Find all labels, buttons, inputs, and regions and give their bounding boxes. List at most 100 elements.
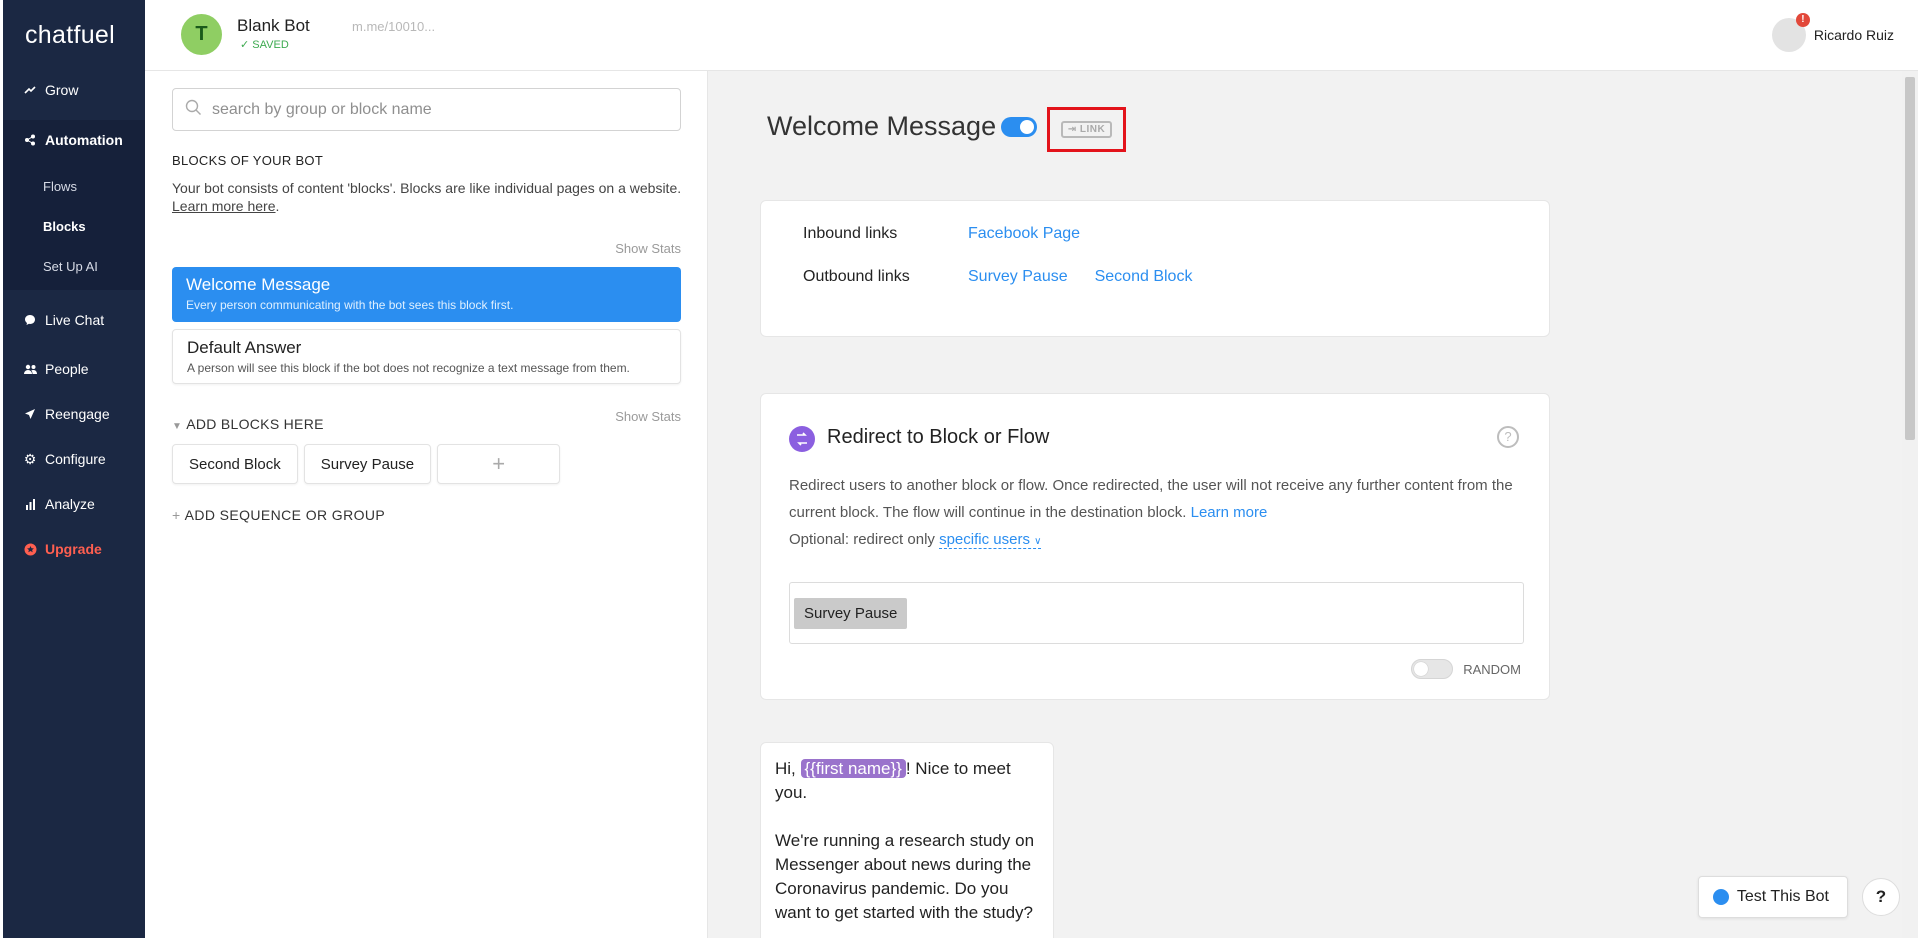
learn-more-link[interactable]: Learn more here xyxy=(172,198,276,214)
help-icon[interactable]: ? xyxy=(1497,426,1519,448)
search-icon xyxy=(185,99,202,121)
user-name: Ricardo Ruiz xyxy=(1813,27,1894,43)
outbound-links-row: Outbound links Survey Pause Second Block xyxy=(803,268,1219,286)
message-body: We're running a research study on Messen… xyxy=(775,831,1035,922)
bar-chart-icon xyxy=(19,498,41,510)
specific-users-label: specific users xyxy=(939,531,1030,548)
text-message-card[interactable]: Hi, {{first name}}! Nice to meet you. We… xyxy=(760,742,1054,938)
nav-upgrade[interactable]: Upgrade xyxy=(3,529,145,569)
help-button[interactable]: ? xyxy=(1862,878,1900,916)
link-text: LINK xyxy=(1079,124,1106,135)
outbound-link-second-block[interactable]: Second Block xyxy=(1095,268,1193,286)
nav-upgrade-label: Upgrade xyxy=(45,541,102,557)
random-label: RANDOM xyxy=(1463,661,1521,677)
optional-label: Optional: redirect only xyxy=(789,531,935,548)
nav-analyze-label: Analyze xyxy=(45,496,95,512)
nav-automation-label: Automation xyxy=(45,132,123,148)
plus-icon: + xyxy=(172,507,181,523)
redirect-target-tag[interactable]: Survey Pause xyxy=(794,598,908,629)
add-blocks-header[interactable]: ▼ ADD BLOCKS HERE xyxy=(172,416,324,432)
avatar[interactable]: ! xyxy=(1771,13,1810,52)
redirect-desc-text: Redirect users to another block or flow.… xyxy=(789,477,1513,521)
show-stats-link[interactable]: Show Stats xyxy=(615,241,681,256)
redirect-description: Redirect users to another block or flow.… xyxy=(789,472,1529,555)
add-sequence-label: ADD SEQUENCE OR GROUP xyxy=(184,507,386,523)
redirect-title: Redirect to Block or Flow xyxy=(827,426,1050,448)
nav-grow-label: Grow xyxy=(45,82,79,98)
automation-subnav: Flows Blocks Set Up AI xyxy=(3,160,145,290)
block-default-answer[interactable]: Default Answer A person will see this bl… xyxy=(172,329,681,384)
redirect-icon xyxy=(789,426,815,452)
blocks-panel: BLOCKS OF YOUR BOT Your bot consists of … xyxy=(145,71,708,938)
random-toggle[interactable] xyxy=(1411,659,1454,679)
block-welcome-message[interactable]: Welcome Message Every person communicati… xyxy=(172,267,681,322)
specific-users-dropdown[interactable]: specific users ∨ xyxy=(939,531,1042,549)
nav-people-label: People xyxy=(45,361,89,377)
block-enabled-toggle[interactable] xyxy=(1001,117,1037,137)
block-desc: A person will see this block if the bot … xyxy=(187,361,630,375)
inbound-link-facebook-page[interactable]: Facebook Page xyxy=(968,225,1080,243)
nav-reengage[interactable]: Reengage xyxy=(3,394,145,434)
chevron-down-icon: ∨ xyxy=(1034,536,1042,547)
search-box[interactable] xyxy=(172,88,681,131)
user-menu[interactable]: ! Ricardo Ruiz xyxy=(1771,13,1894,52)
chatfuel-logo[interactable]: chatfuel xyxy=(3,0,145,70)
trending-up-icon xyxy=(19,85,41,95)
test-bot-label: Test This Bot xyxy=(1736,888,1829,905)
nav-live-chat-label: Live Chat xyxy=(45,312,105,328)
block-chip-survey-pause[interactable]: Survey Pause xyxy=(303,444,432,484)
left-sidebar: chatfuel Grow Automation Flows Blocks Se… xyxy=(0,0,145,938)
nav-configure[interactable]: ⚙ Configure xyxy=(3,439,145,479)
outbound-link-survey-pause[interactable]: Survey Pause xyxy=(968,268,1068,286)
bot-name[interactable]: Blank Bot xyxy=(237,16,310,36)
description-text: Your bot consists of content 'blocks'. B… xyxy=(172,180,682,196)
show-stats-link-2[interactable]: Show Stats xyxy=(615,409,681,424)
scrollbar[interactable] xyxy=(1902,71,1918,938)
nav-analyze[interactable]: Analyze xyxy=(3,484,145,524)
page-title[interactable]: Welcome Message xyxy=(767,111,996,142)
block-title: Default Answer xyxy=(187,338,302,357)
blocks-section-title: BLOCKS OF YOUR BOT xyxy=(172,153,324,168)
block-chip-second-block[interactable]: Second Block xyxy=(172,444,298,484)
subnav-blocks[interactable]: Blocks xyxy=(3,206,145,246)
search-input[interactable] xyxy=(212,100,672,119)
subnav-flows[interactable]: Flows xyxy=(3,166,145,206)
inbound-links-label: Inbound links xyxy=(803,225,898,242)
link-button[interactable]: ⇥ LINK xyxy=(1047,107,1126,152)
first-name-variable[interactable]: {{first name}} xyxy=(800,759,906,778)
scrollbar-thumb[interactable] xyxy=(1905,77,1915,440)
block-title: Welcome Message xyxy=(186,275,331,294)
redirect-target-field[interactable]: Survey Pause xyxy=(789,582,1524,644)
test-this-bot-button[interactable]: Test This Bot xyxy=(1697,876,1848,918)
nav-grow[interactable]: Grow xyxy=(3,70,145,110)
saved-label: SAVED xyxy=(252,39,289,51)
nav-automation[interactable]: Automation xyxy=(3,120,145,160)
messenger-icon xyxy=(1712,889,1729,905)
nav-configure-label: Configure xyxy=(45,451,106,467)
bot-url[interactable]: m.me/10010... xyxy=(352,19,435,34)
saved-status: ✓ SAVED xyxy=(240,38,289,51)
link-arrow-icon: ⇥ xyxy=(1067,124,1080,135)
top-bar: T Blank Bot ✓ SAVED m.me/10010... ! Rica… xyxy=(145,0,1918,71)
add-sequence-button[interactable]: + ADD SEQUENCE OR GROUP xyxy=(172,507,385,523)
links-card: Inbound links Facebook Page Outbound lin… xyxy=(760,200,1550,337)
bot-avatar[interactable]: T xyxy=(181,14,222,55)
people-icon xyxy=(19,364,41,375)
optional-row: Optional: redirect only specific users ∨ xyxy=(789,526,1529,555)
flow-icon xyxy=(19,134,41,146)
check-icon: ✓ xyxy=(240,39,250,51)
inbound-links-row: Inbound links Facebook Page xyxy=(803,225,1107,243)
gear-icon: ⚙ xyxy=(23,450,37,467)
redirect-card: Redirect to Block or Flow ? Redirect use… xyxy=(760,393,1550,700)
block-chips: Second Block Survey Pause + xyxy=(172,444,561,484)
chat-bubble-icon xyxy=(19,314,41,326)
nav-people[interactable]: People xyxy=(3,349,145,389)
link-label: ⇥ LINK xyxy=(1060,121,1113,138)
learn-more-link[interactable]: Learn more xyxy=(1191,504,1268,521)
nav-live-chat[interactable]: Live Chat xyxy=(3,300,145,340)
caret-down-icon: ▼ xyxy=(172,421,183,432)
add-block-button[interactable]: + xyxy=(437,444,561,484)
subnav-setup-ai[interactable]: Set Up AI xyxy=(3,246,145,286)
nav-reengage-label: Reengage xyxy=(45,406,110,422)
add-blocks-label: ADD BLOCKS HERE xyxy=(186,416,324,432)
